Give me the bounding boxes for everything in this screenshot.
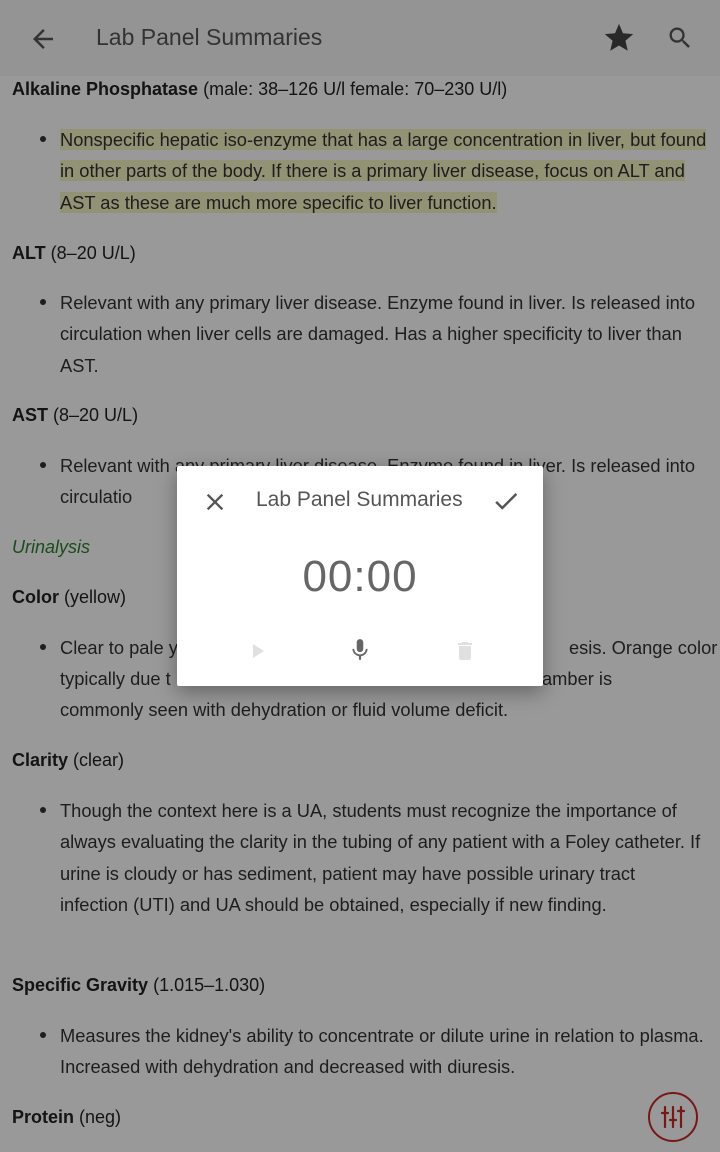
play-icon[interactable]	[245, 639, 269, 663]
trash-icon[interactable]	[453, 638, 477, 664]
dialog-title: Lab Panel Summaries	[256, 488, 463, 511]
close-icon[interactable]	[201, 488, 229, 516]
check-icon[interactable]	[491, 486, 521, 516]
recording-timer: 00:00	[302, 552, 418, 601]
mic-icon[interactable]	[347, 636, 373, 664]
audio-recorder-dialog: Lab Panel Summaries 00:00	[177, 466, 543, 686]
